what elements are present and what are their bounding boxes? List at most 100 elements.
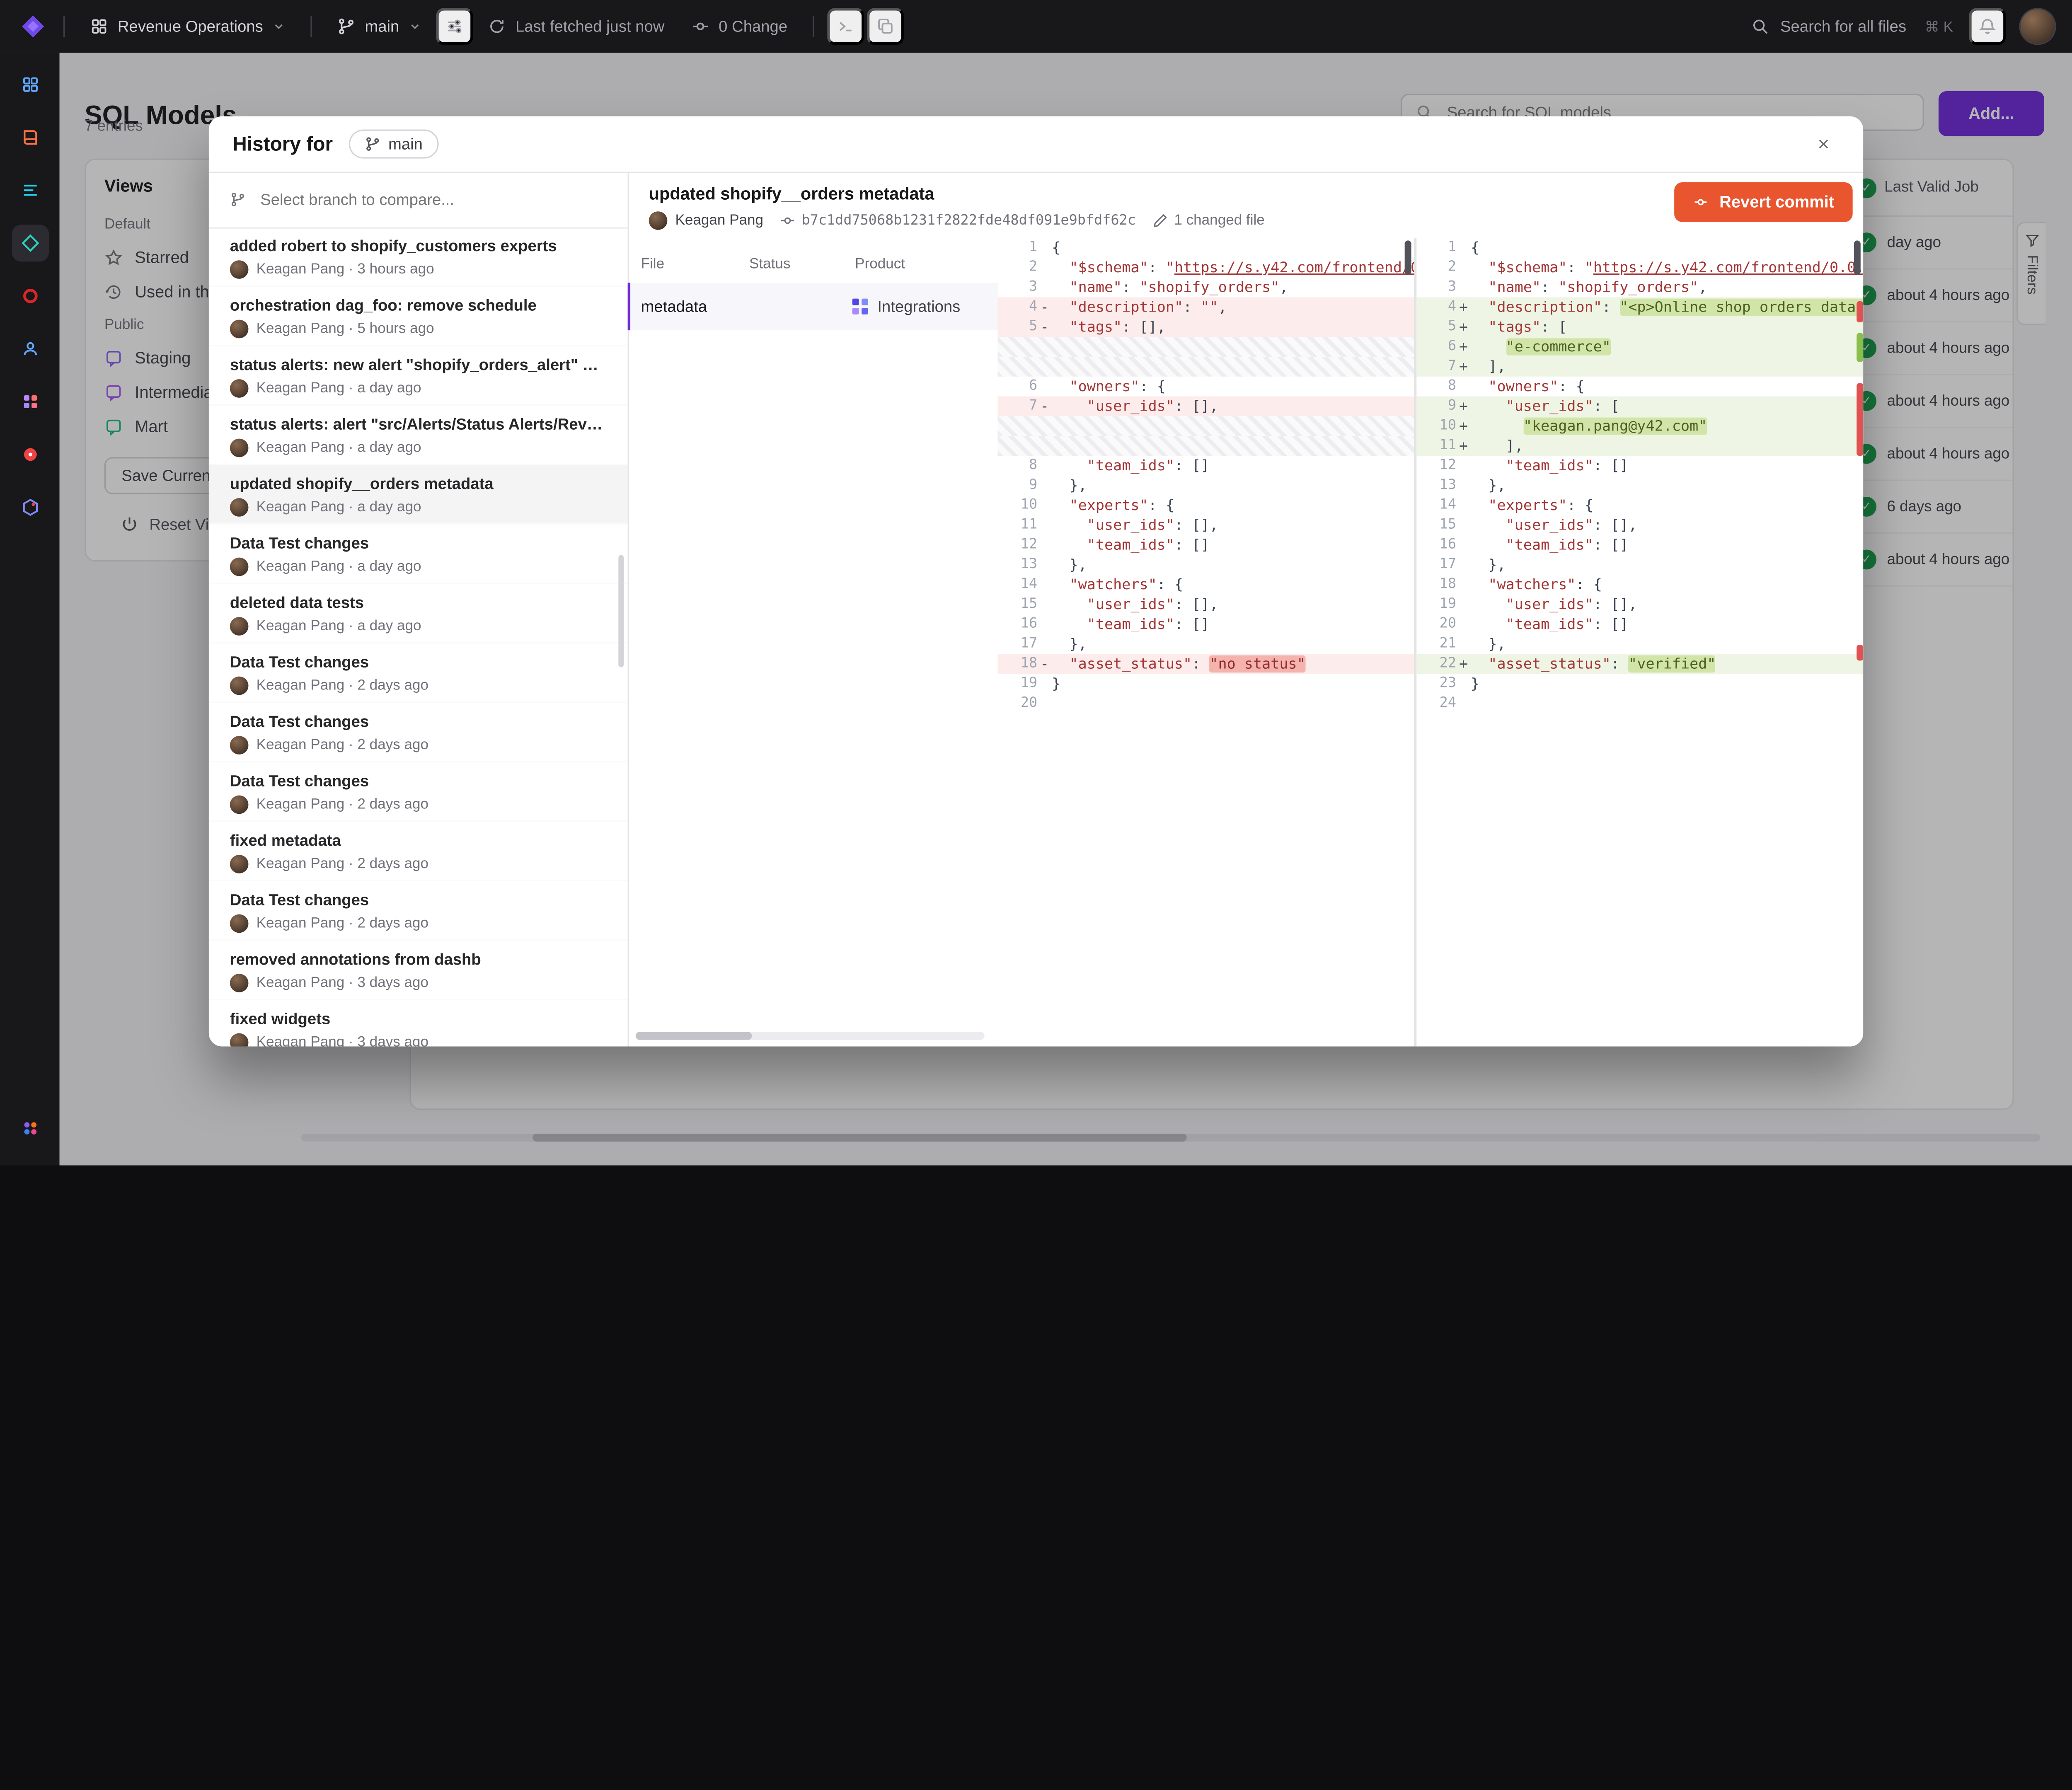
commit-meta: Keagan Pang · 2 days ago bbox=[230, 914, 607, 933]
person-icon bbox=[20, 340, 39, 358]
avatar bbox=[230, 498, 249, 517]
y42-logo-icon bbox=[20, 13, 46, 40]
diff-line: 1{ bbox=[1416, 238, 1863, 258]
sidebar-item-monitors[interactable] bbox=[11, 278, 48, 314]
sidebar-item-queries[interactable] bbox=[11, 172, 48, 209]
close-button[interactable] bbox=[1808, 128, 1840, 160]
sidebar-item-integrations-hub[interactable] bbox=[11, 1110, 48, 1147]
diff-line: 14 "watchers": { bbox=[998, 575, 1414, 595]
user-avatar[interactable] bbox=[2019, 8, 2056, 45]
commit-meta: Keagan Pang · a day ago bbox=[230, 379, 607, 398]
diff-line: 3 "name": "shopify_orders", bbox=[998, 278, 1414, 298]
commit-author-time: Keagan Pang · a day ago bbox=[257, 499, 421, 515]
commit-author-time: Keagan Pang · 3 hours ago bbox=[257, 261, 434, 277]
commit-meta: Keagan Pang · 2 days ago bbox=[230, 796, 607, 814]
commit-meta: Keagan Pang · 5 hours ago bbox=[230, 320, 607, 339]
commit-item[interactable]: fixed widgetsKeagan Pang · 3 days ago bbox=[209, 1000, 628, 1047]
commit-item[interactable]: removed annotations from dashb Keagan Pan… bbox=[209, 941, 628, 1000]
branch-switcher[interactable]: main bbox=[325, 9, 434, 44]
commit-title: added robert to shopify_customers expert… bbox=[230, 237, 607, 255]
commit-item[interactable]: status alerts: alert "src/Alerts/Status … bbox=[209, 406, 628, 465]
commit-author-time: Keagan Pang · a day ago bbox=[257, 618, 421, 634]
diff-line: 18 "watchers": { bbox=[1416, 575, 1863, 595]
commit-title: fixed metadata bbox=[230, 831, 607, 850]
terminal-icon bbox=[836, 17, 855, 36]
commit-item[interactable]: updated shopify__orders metadataKeagan P… bbox=[209, 465, 628, 524]
diff-line: 9 }, bbox=[998, 476, 1414, 496]
commit-detail-title: updated shopify__orders metadata bbox=[649, 184, 1842, 203]
commit-list-scrollbar[interactable] bbox=[618, 555, 624, 667]
sidebar-item-assets[interactable] bbox=[11, 225, 48, 261]
sidebar-item-team[interactable] bbox=[11, 330, 48, 367]
colorful-dots-icon bbox=[20, 1119, 39, 1138]
diff-line: 8 "owners": { bbox=[1416, 377, 1863, 397]
apps-grid-icon bbox=[20, 392, 39, 411]
branch-compare-field[interactable] bbox=[209, 172, 628, 229]
diff-change-marker bbox=[1857, 383, 1863, 456]
commit-item[interactable]: status alerts: new alert "shopify_orders… bbox=[209, 346, 628, 405]
commit-title: deleted data tests bbox=[230, 593, 607, 612]
integrations-icon bbox=[852, 299, 868, 314]
refresh-icon bbox=[488, 17, 506, 36]
y42-logo[interactable] bbox=[16, 9, 50, 44]
diff-view: 1{2 "$schema": "https://s.y42.com/fronte… bbox=[998, 238, 1864, 1047]
modal-header: History for main bbox=[209, 116, 1863, 173]
diff-pane-before: 1{2 "$schema": "https://s.y42.com/fronte… bbox=[998, 238, 1417, 1047]
commit-title: status alerts: new alert "shopify_orders… bbox=[230, 356, 607, 374]
commit-item[interactable]: Data Test changesKeagan Pang · 2 days ag… bbox=[209, 703, 628, 762]
diff-line: 1{ bbox=[998, 238, 1414, 258]
diff-collapsed-row bbox=[998, 337, 1414, 357]
diff-line: 10 "experts": { bbox=[998, 496, 1414, 515]
commit-item[interactable]: Data Test changesKeagan Pang · 2 days ag… bbox=[209, 643, 628, 703]
terminal-button[interactable] bbox=[827, 8, 864, 45]
avatar bbox=[649, 211, 668, 230]
commit-title: removed annotations from dashb bbox=[230, 950, 607, 969]
revert-commit-button[interactable]: Revert commit bbox=[1675, 182, 1853, 222]
sidebar-item-docs[interactable] bbox=[11, 119, 48, 156]
sidebar-item-apps[interactable] bbox=[11, 383, 48, 420]
workspace-switcher[interactable]: Revenue Operations bbox=[78, 9, 298, 44]
file-row-metadata[interactable]: metadata Integrations bbox=[628, 283, 998, 330]
diff-line: 16 "team_ids": [] bbox=[1416, 535, 1863, 555]
scrollbar-thumb[interactable] bbox=[636, 1032, 752, 1040]
diff-line: 4- "description": "", bbox=[998, 297, 1414, 317]
avatar bbox=[230, 379, 249, 398]
commit-item[interactable]: fixed metadataKeagan Pang · 2 days ago bbox=[209, 822, 628, 881]
branch-chip[interactable]: main bbox=[349, 130, 438, 159]
commit-author-time: Keagan Pang · a day ago bbox=[257, 440, 421, 456]
commit-item[interactable]: orchestration dag_foo: remove scheduleKe… bbox=[209, 287, 628, 346]
revert-commit-label: Revert commit bbox=[1719, 193, 1834, 212]
last-fetched-button[interactable]: Last fetched just now bbox=[476, 9, 676, 44]
changes-button[interactable]: 0 Change bbox=[679, 9, 799, 44]
branch-compare-input[interactable] bbox=[258, 189, 607, 210]
branch-chip-label: main bbox=[388, 135, 423, 153]
pipeline-settings-button[interactable] bbox=[436, 8, 473, 45]
avatar bbox=[230, 1033, 249, 1047]
commit-item[interactable]: deleted data tests Keagan Pang · a day ag… bbox=[209, 584, 628, 643]
commit-item[interactable]: added robert to shopify_customers expert… bbox=[209, 227, 628, 286]
avatar bbox=[230, 974, 249, 992]
commit-meta: Keagan Pang · 3 days ago bbox=[230, 974, 607, 992]
diff-line: 16 "team_ids": [] bbox=[998, 614, 1414, 634]
diff-line: 11+ ], bbox=[1416, 436, 1863, 456]
diff-scrollbar-thumb[interactable] bbox=[1854, 240, 1861, 275]
diff-scrollbar-thumb[interactable] bbox=[1405, 240, 1411, 275]
commit-item[interactable]: Data Test changesKeagan Pang · 2 days ag… bbox=[209, 881, 628, 941]
copy-files-button[interactable] bbox=[867, 8, 903, 45]
commit-list: added robert to shopify_customers expert… bbox=[209, 227, 628, 1046]
global-search[interactable]: Search for all files ⌘ K bbox=[1738, 9, 1966, 44]
sidebar-item-widgets[interactable] bbox=[11, 66, 48, 103]
diff-line: 12 "team_ids": [] bbox=[1416, 456, 1863, 476]
avatar bbox=[230, 677, 249, 695]
commit-item[interactable]: Data Test changesKeagan Pang · a day ago bbox=[209, 525, 628, 584]
diff-line: 5+ "tags": [ bbox=[1416, 317, 1863, 337]
notifications-button[interactable] bbox=[1969, 8, 2006, 45]
diff-horizontal-scrollbar[interactable] bbox=[636, 1032, 985, 1040]
sidebar-item-experiments[interactable] bbox=[11, 489, 48, 526]
assets-diamond-icon bbox=[20, 234, 39, 252]
commit-item[interactable]: Data Test changesKeagan Pang · 2 days ag… bbox=[209, 762, 628, 822]
sidebar-item-dbt[interactable] bbox=[11, 436, 48, 473]
diff-pane-after: 1{2 "$schema": "https://s.y42.com/fronte… bbox=[1416, 238, 1863, 1047]
diff-line: 2 "$schema": "https://s.y42.com/frontend… bbox=[1416, 258, 1863, 278]
diff-line: 22+ "asset_status": "verified" bbox=[1416, 654, 1863, 674]
